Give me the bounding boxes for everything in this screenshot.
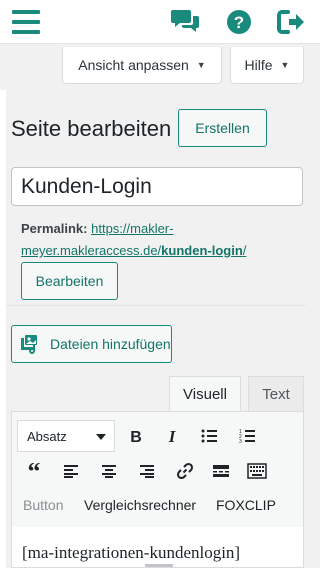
edit-permalink-button[interactable]: Bearbeiten: [21, 262, 118, 300]
editor-toolbar: Absatz B I 1 2 3 “ Button Vergleichsrech…: [11, 411, 304, 528]
toolbar-toggle-icon[interactable]: [243, 457, 271, 485]
add-media-label: Dateien hinzufügen: [50, 336, 171, 352]
help-tab-button[interactable]: Hilfe ▼: [230, 47, 304, 84]
svg-text:3: 3: [239, 439, 242, 444]
bullet-list-icon[interactable]: [195, 422, 223, 450]
media-gallery-icon: [21, 335, 37, 354]
italic-icon[interactable]: I: [158, 422, 186, 450]
hamburger-menu-icon[interactable]: [12, 9, 40, 35]
editor-content-area[interactable]: [ma-integrationen-kundenlogin]: [11, 527, 304, 568]
svg-text:B: B: [130, 429, 142, 444]
editor-resize-handle[interactable]: [145, 564, 173, 567]
link-icon[interactable]: [171, 457, 199, 485]
view-options-label: Ansicht anpassen: [78, 57, 189, 73]
view-options-button[interactable]: Ansicht anpassen ▼: [62, 47, 222, 84]
permalink-url-end: /: [242, 243, 247, 258]
numbered-list-icon[interactable]: 1 2 3: [233, 422, 261, 450]
add-media-button[interactable]: Dateien hinzufügen: [11, 325, 172, 363]
align-left-icon[interactable]: [57, 457, 85, 485]
foxclip-button[interactable]: FOXCLIP: [216, 497, 276, 513]
permalink-label: Permalink:: [21, 221, 88, 236]
svg-text:“: “: [28, 463, 41, 479]
create-new-button[interactable]: Erstellen: [178, 109, 267, 147]
blockquote-icon[interactable]: “: [20, 457, 48, 485]
align-center-icon[interactable]: [95, 457, 123, 485]
svg-text:?: ?: [234, 13, 244, 32]
format-select[interactable]: Absatz: [17, 420, 115, 452]
caret-down-icon: ▼: [280, 60, 290, 70]
post-title-input[interactable]: Kunden-Login: [11, 167, 303, 206]
comparison-calculator-button[interactable]: Vergleichsrechner: [84, 497, 196, 513]
logout-icon[interactable]: [276, 8, 306, 36]
caret-down-icon: ▼: [196, 60, 206, 70]
help-question-icon[interactable]: ?: [225, 8, 255, 36]
svg-text:I: I: [168, 428, 177, 444]
permalink-slug: kunden-login: [161, 243, 243, 258]
screen-options-bar: Ansicht anpassen ▼ Hilfe ▼: [0, 44, 320, 90]
read-more-icon[interactable]: [207, 457, 235, 485]
format-select-value: Absatz: [27, 428, 67, 444]
admin-top-bar: ?: [0, 0, 320, 44]
help-tab-label: Hilfe: [244, 57, 273, 73]
page-title: Seite bearbeiten: [11, 116, 172, 141]
editor-content-text: [ma-integrationen-kundenlogin]: [22, 543, 241, 562]
tab-visual[interactable]: Visuell: [169, 376, 241, 412]
button-shortcode-button[interactable]: Button: [23, 497, 63, 513]
chat-bubbles-icon[interactable]: [171, 8, 201, 36]
align-right-icon[interactable]: [133, 457, 161, 485]
tab-text[interactable]: Text: [248, 376, 304, 412]
permalink-row: Permalink: https://makler-meyer.maklerac…: [21, 218, 301, 262]
post-title-value: Kunden-Login: [21, 174, 152, 198]
chevron-down-icon: [96, 434, 106, 440]
bold-icon[interactable]: B: [122, 422, 150, 450]
